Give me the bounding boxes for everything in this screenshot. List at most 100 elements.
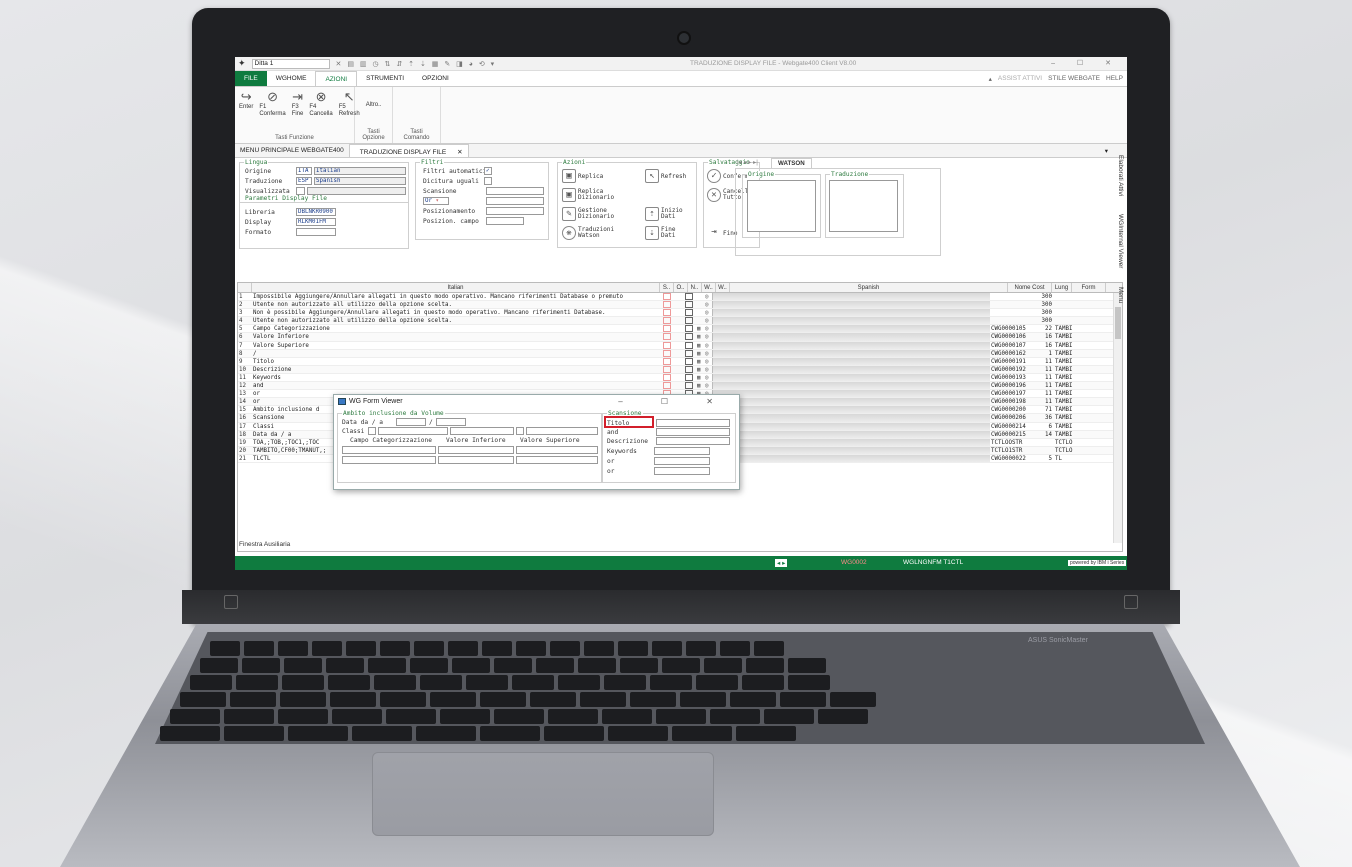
form-icon[interactable]: ▦ xyxy=(696,350,704,357)
fine-save-button[interactable]: ⇥ Fine xyxy=(707,226,737,240)
close-tab-icon[interactable]: ✕ xyxy=(457,149,462,156)
classi-field-1[interactable] xyxy=(368,427,376,435)
watson-icon[interactable]: ◎ xyxy=(704,358,712,365)
visualizzata-field[interactable] xyxy=(296,187,305,195)
enter-button[interactable]: ↪ Enter xyxy=(239,90,253,118)
spanish-cell[interactable] xyxy=(712,301,990,309)
n-checkbox[interactable] xyxy=(685,301,693,309)
watson-icon[interactable]: ◎ xyxy=(704,350,712,357)
col-italian[interactable]: Italian xyxy=(252,283,660,292)
col-n[interactable]: N.. xyxy=(688,283,702,292)
quick-access-toolbar[interactable]: ✕ ▤ ▥ ◷ ⇅ ⇵ ⇡ ⇣ ▦ ✎ ◨ ◕ ⟲ ▾ xyxy=(336,60,497,68)
valore-inf-field-2[interactable] xyxy=(438,456,514,464)
table-row[interactable]: 2 Utente non autorizzato all utilizzo del… xyxy=(238,301,1122,310)
and-field[interactable] xyxy=(656,428,730,436)
form-icon[interactable]: ▦ xyxy=(696,366,704,373)
watson-tab[interactable]: WATSON xyxy=(771,158,812,168)
watson-icon[interactable]: ◎ xyxy=(704,366,712,373)
watson-icon[interactable]: ◎ xyxy=(704,317,712,324)
table-row[interactable]: 5 Campo Categorizzazione ▦ ◎ CWG0000105 22 TAM… xyxy=(238,325,1122,334)
table-row[interactable]: 6 Valore Inferiore ▦ ◎ CWG0000106 16 TAMBI xyxy=(238,333,1122,342)
campo-field-2[interactable] xyxy=(342,456,436,464)
classi-field-3[interactable] xyxy=(450,427,514,435)
s-checkbox[interactable] xyxy=(663,317,671,325)
s-checkbox[interactable] xyxy=(663,341,671,349)
form-icon[interactable]: ▦ xyxy=(696,325,704,332)
filtri-auto-checkbox[interactable]: ✓ xyxy=(484,167,492,175)
s-checkbox[interactable] xyxy=(663,373,671,381)
table-row[interactable]: 7 Valore Superiore ▦ ◎ CWG0000107 16 TAMBI xyxy=(238,341,1122,350)
nav-arrows-icon[interactable]: ◂ ▸ xyxy=(775,559,788,567)
spanish-cell[interactable] xyxy=(712,430,990,438)
menu-wghome[interactable]: WGHOME xyxy=(267,71,316,86)
form-icon[interactable]: ▦ xyxy=(696,374,704,381)
spanish-cell[interactable] xyxy=(712,414,990,422)
spanish-cell[interactable] xyxy=(712,357,990,365)
col-form[interactable]: Form xyxy=(1072,283,1106,292)
valore-sup-field-1[interactable] xyxy=(516,446,598,454)
data-a-field[interactable] xyxy=(436,418,466,426)
traduzione-code-field[interactable]: ESP xyxy=(296,177,312,185)
cancel-button[interactable]: ⊗ F4 Cancella xyxy=(309,90,332,118)
spanish-cell[interactable] xyxy=(712,406,990,414)
watson-traduzione-text[interactable] xyxy=(829,180,898,232)
watson-icon[interactable]: ◎ xyxy=(704,374,712,381)
tab-traduzione[interactable]: TRADUZIONE DISPLAY FILE ✕ xyxy=(348,144,469,157)
watson-icon[interactable]: ◎ xyxy=(704,293,712,300)
n-checkbox[interactable] xyxy=(685,309,693,317)
table-row[interactable]: 9 Titolo ▦ ◎ CWG0000191 11 TAMBI xyxy=(238,357,1122,366)
company-select[interactable]: Ditta 1 xyxy=(251,58,330,69)
window-controls[interactable]: – ☐ ✕ xyxy=(1051,59,1121,67)
spanish-cell[interactable] xyxy=(712,373,990,382)
origine-code-field[interactable]: ITA xyxy=(296,167,312,175)
chevron-up-icon[interactable]: ▴ xyxy=(989,75,992,83)
replica-diz-button[interactable]: ▣ Replica Dizionario xyxy=(562,188,614,202)
form-icon[interactable] xyxy=(696,317,704,324)
col-lung[interactable]: Lung xyxy=(1052,283,1072,292)
italian-cell[interactable]: Titolo xyxy=(252,358,660,365)
italian-cell[interactable]: Keywords xyxy=(252,374,660,381)
side-tab-viewer[interactable]: WGInternal Viewer xyxy=(1117,214,1124,268)
tab-menu-principale[interactable]: MENU PRINCIPALE WEBGATE400 xyxy=(235,144,349,157)
display-field[interactable]: RLKM01FM xyxy=(296,218,336,226)
form-icon[interactable]: ▦ xyxy=(696,382,704,389)
spanish-cell[interactable] xyxy=(712,398,990,406)
col-spanish[interactable]: Spanish xyxy=(730,283,1008,292)
dicitura-checkbox[interactable] xyxy=(484,177,492,185)
form-icon[interactable] xyxy=(696,301,704,308)
s-checkbox[interactable] xyxy=(663,325,671,333)
table-row[interactable]: 3 Non è possibile Aggiungere/Annullare al… xyxy=(238,309,1122,318)
descrizione-field[interactable] xyxy=(656,437,730,445)
col-s[interactable]: S.. xyxy=(660,283,674,292)
italian-cell[interactable]: Valore Superiore xyxy=(252,342,660,349)
watson-icon[interactable]: ◎ xyxy=(704,333,712,340)
titolo-field[interactable] xyxy=(656,419,730,427)
italian-cell[interactable]: Descrizione xyxy=(252,366,660,373)
replica-button[interactable]: ▣ Replica xyxy=(562,169,603,183)
menu-azioni[interactable]: AZIONI xyxy=(315,71,358,86)
spanish-cell[interactable] xyxy=(712,438,990,446)
spanish-cell[interactable] xyxy=(712,422,990,430)
s-checkbox[interactable] xyxy=(663,301,671,309)
watson-icon[interactable]: ◎ xyxy=(704,325,712,332)
italian-cell[interactable]: Campo Categorizzazione xyxy=(252,325,660,332)
form-icon[interactable] xyxy=(696,309,704,316)
italian-cell[interactable]: and xyxy=(252,382,660,389)
italian-cell[interactable]: Valore Inferiore xyxy=(252,333,660,340)
stile-webgate[interactable]: STILE WEBGATE xyxy=(1048,75,1100,82)
spanish-cell[interactable] xyxy=(712,446,990,454)
col-nome-cost[interactable]: Nome Cost xyxy=(1008,283,1052,292)
valore-sup-field-2[interactable] xyxy=(516,456,598,464)
s-checkbox[interactable] xyxy=(663,382,671,390)
menu-strumenti[interactable]: STRUMENTI xyxy=(357,71,413,86)
menu-file[interactable]: FILE xyxy=(235,71,267,86)
n-checkbox[interactable] xyxy=(685,293,693,300)
tabs-dropdown-icon[interactable]: ▾ xyxy=(1100,144,1113,158)
italian-cell[interactable]: Impossibile Aggiungere/Annullare allegat… xyxy=(252,293,660,300)
col-w2[interactable]: W.. xyxy=(716,283,730,292)
n-checkbox[interactable] xyxy=(685,382,693,390)
n-checkbox[interactable] xyxy=(685,365,693,373)
classi-field-4[interactable] xyxy=(516,427,524,435)
data-da-field[interactable] xyxy=(396,418,426,426)
form-icon[interactable]: ▦ xyxy=(696,333,704,340)
